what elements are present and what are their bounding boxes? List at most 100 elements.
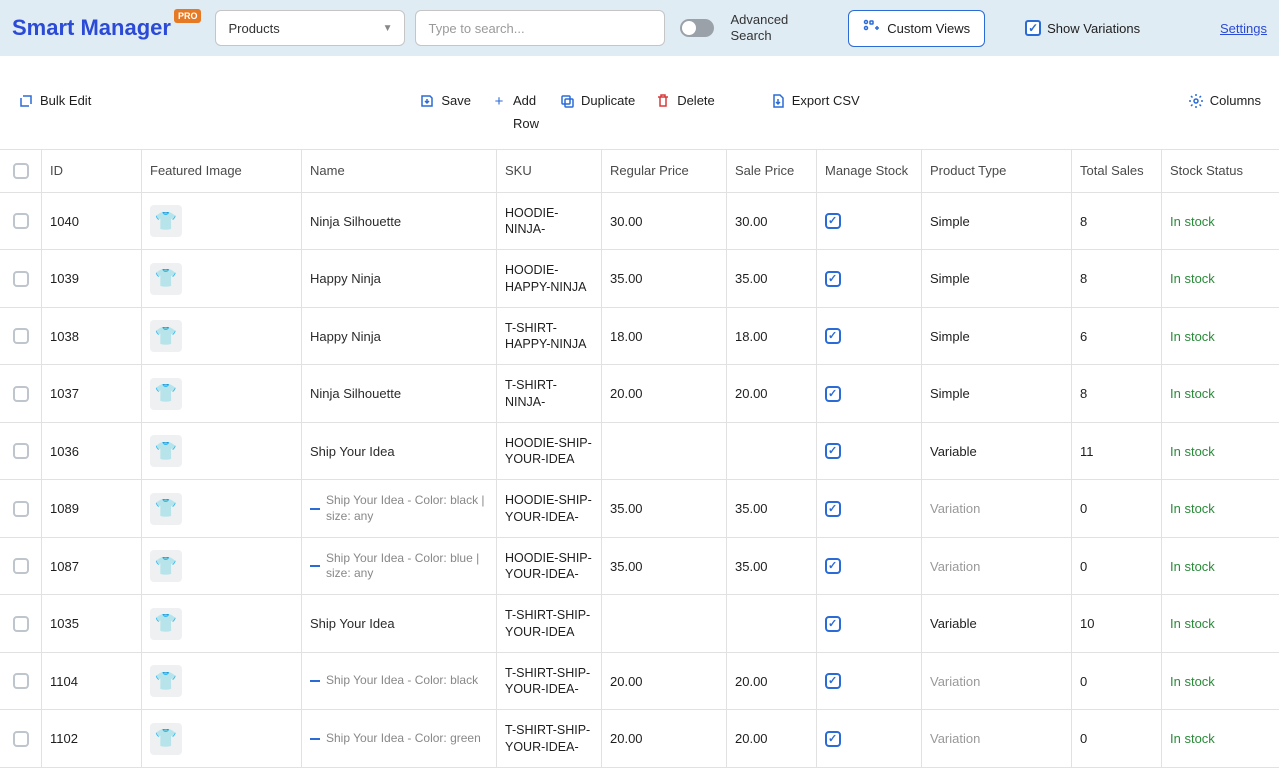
cell-stock-status[interactable]: In stock: [1162, 193, 1277, 250]
cell-manage-stock[interactable]: [817, 193, 922, 250]
table-row[interactable]: 1087 👕 Ship Your Idea - Color: blue | si…: [0, 538, 1279, 596]
row-checkbox[interactable]: [13, 443, 29, 459]
cell-name[interactable]: Ship Your Idea - Color: blue | size: any: [302, 538, 497, 595]
add-row-button[interactable]: + Add Row: [491, 93, 539, 133]
duplicate-button[interactable]: Duplicate: [559, 93, 635, 110]
th-stock-status[interactable]: Stock Status: [1162, 150, 1277, 192]
row-checkbox[interactable]: [13, 673, 29, 689]
cell-product-type[interactable]: Variation: [922, 710, 1072, 767]
row-checkbox-cell[interactable]: [0, 365, 42, 422]
cell-sku[interactable]: T-SHIRT-HAPPY-NINJA: [497, 308, 602, 365]
manage-stock-checkbox[interactable]: [825, 501, 841, 517]
cell-sale-price[interactable]: [727, 595, 817, 652]
th-total-sales[interactable]: Total Sales: [1072, 150, 1162, 192]
manage-stock-checkbox[interactable]: [825, 731, 841, 747]
th-name[interactable]: Name: [302, 150, 497, 192]
manage-stock-checkbox[interactable]: [825, 328, 841, 344]
cell-id[interactable]: 1104: [42, 653, 142, 710]
cell-sku[interactable]: HOODIE-SHIP-YOUR-IDEA-: [497, 480, 602, 537]
delete-button[interactable]: Delete: [655, 93, 715, 110]
cell-manage-stock[interactable]: [817, 710, 922, 767]
cell-total-sales[interactable]: 0: [1072, 653, 1162, 710]
cell-id[interactable]: 1036: [42, 423, 142, 480]
cell-id[interactable]: 1102: [42, 710, 142, 767]
row-checkbox[interactable]: [13, 616, 29, 632]
th-sale-price[interactable]: Sale Price: [727, 150, 817, 192]
cell-featured-image[interactable]: 👕: [142, 193, 302, 250]
cell-total-sales[interactable]: 11: [1072, 423, 1162, 480]
cell-sale-price[interactable]: 35.00: [727, 480, 817, 537]
select-all-header[interactable]: [0, 150, 42, 192]
cell-regular-price[interactable]: 20.00: [602, 710, 727, 767]
cell-total-sales[interactable]: 0: [1072, 538, 1162, 595]
cell-stock-status[interactable]: In stock: [1162, 595, 1277, 652]
row-checkbox-cell[interactable]: [0, 423, 42, 480]
cell-name[interactable]: Ship Your Idea - Color: black: [302, 653, 497, 710]
table-row[interactable]: 1040 👕 Ninja Silhouette HOODIE-NINJA- 30…: [0, 193, 1279, 251]
cell-sale-price[interactable]: 30.00: [727, 193, 817, 250]
table-row[interactable]: 1037 👕 Ninja Silhouette T-SHIRT-NINJA- 2…: [0, 365, 1279, 423]
row-checkbox[interactable]: [13, 558, 29, 574]
export-csv-button[interactable]: Export CSV: [770, 93, 860, 110]
cell-sale-price[interactable]: 20.00: [727, 710, 817, 767]
select-all-checkbox[interactable]: [13, 163, 29, 179]
cell-name[interactable]: Ninja Silhouette: [302, 365, 497, 422]
cell-id[interactable]: 1037: [42, 365, 142, 422]
cell-regular-price[interactable]: 20.00: [602, 365, 727, 422]
cell-name[interactable]: Ship Your Idea: [302, 423, 497, 480]
cell-featured-image[interactable]: 👕: [142, 538, 302, 595]
cell-regular-price[interactable]: 20.00: [602, 653, 727, 710]
custom-views-button[interactable]: Custom Views: [848, 10, 985, 47]
cell-sku[interactable]: T-SHIRT-NINJA-: [497, 365, 602, 422]
cell-sale-price[interactable]: 20.00: [727, 365, 817, 422]
cell-regular-price[interactable]: 18.00: [602, 308, 727, 365]
cell-featured-image[interactable]: 👕: [142, 423, 302, 480]
cell-total-sales[interactable]: 8: [1072, 365, 1162, 422]
th-product-type[interactable]: Product Type: [922, 150, 1072, 192]
cell-name[interactable]: Happy Ninja: [302, 308, 497, 365]
cell-total-sales[interactable]: 0: [1072, 710, 1162, 767]
cell-product-type[interactable]: Simple: [922, 308, 1072, 365]
cell-featured-image[interactable]: 👕: [142, 308, 302, 365]
manage-stock-checkbox[interactable]: [825, 443, 841, 459]
row-checkbox-cell[interactable]: [0, 538, 42, 595]
cell-stock-status[interactable]: In stock: [1162, 480, 1277, 537]
table-row[interactable]: 1039 👕 Happy Ninja HOODIE-HAPPY-NINJA 35…: [0, 250, 1279, 308]
table-row[interactable]: 1102 👕 Ship Your Idea - Color: green T-S…: [0, 710, 1279, 768]
cell-product-type[interactable]: Variation: [922, 480, 1072, 537]
cell-product-type[interactable]: Simple: [922, 365, 1072, 422]
cell-stock-status[interactable]: In stock: [1162, 653, 1277, 710]
manage-stock-checkbox[interactable]: [825, 558, 841, 574]
th-regular-price[interactable]: Regular Price: [602, 150, 727, 192]
cell-manage-stock[interactable]: [817, 423, 922, 480]
cell-featured-image[interactable]: 👕: [142, 710, 302, 767]
cell-stock-status[interactable]: In stock: [1162, 423, 1277, 480]
cell-featured-image[interactable]: 👕: [142, 365, 302, 422]
cell-product-type[interactable]: Simple: [922, 250, 1072, 307]
cell-sku[interactable]: T-SHIRT-SHIP-YOUR-IDEA: [497, 595, 602, 652]
cell-name[interactable]: Happy Ninja: [302, 250, 497, 307]
search-input-wrap[interactable]: [415, 10, 665, 46]
cell-total-sales[interactable]: 8: [1072, 193, 1162, 250]
settings-link[interactable]: Settings: [1220, 21, 1267, 36]
cell-product-type[interactable]: Variation: [922, 538, 1072, 595]
cell-id[interactable]: 1035: [42, 595, 142, 652]
cell-id[interactable]: 1038: [42, 308, 142, 365]
cell-manage-stock[interactable]: [817, 595, 922, 652]
cell-product-type[interactable]: Variable: [922, 423, 1072, 480]
cell-stock-status[interactable]: In stock: [1162, 308, 1277, 365]
cell-regular-price[interactable]: 35.00: [602, 480, 727, 537]
cell-sku[interactable]: T-SHIRT-SHIP-YOUR-IDEA-: [497, 710, 602, 767]
cell-manage-stock[interactable]: [817, 250, 922, 307]
th-sku[interactable]: SKU: [497, 150, 602, 192]
cell-id[interactable]: 1040: [42, 193, 142, 250]
cell-regular-price[interactable]: 35.00: [602, 538, 727, 595]
manage-stock-checkbox[interactable]: [825, 673, 841, 689]
cell-sku[interactable]: HOODIE-HAPPY-NINJA: [497, 250, 602, 307]
cell-regular-price[interactable]: 30.00: [602, 193, 727, 250]
cell-id[interactable]: 1039: [42, 250, 142, 307]
cell-name[interactable]: Ship Your Idea - Color: green: [302, 710, 497, 767]
th-id[interactable]: ID: [42, 150, 142, 192]
table-row[interactable]: 1089 👕 Ship Your Idea - Color: black | s…: [0, 480, 1279, 538]
manage-stock-checkbox[interactable]: [825, 616, 841, 632]
